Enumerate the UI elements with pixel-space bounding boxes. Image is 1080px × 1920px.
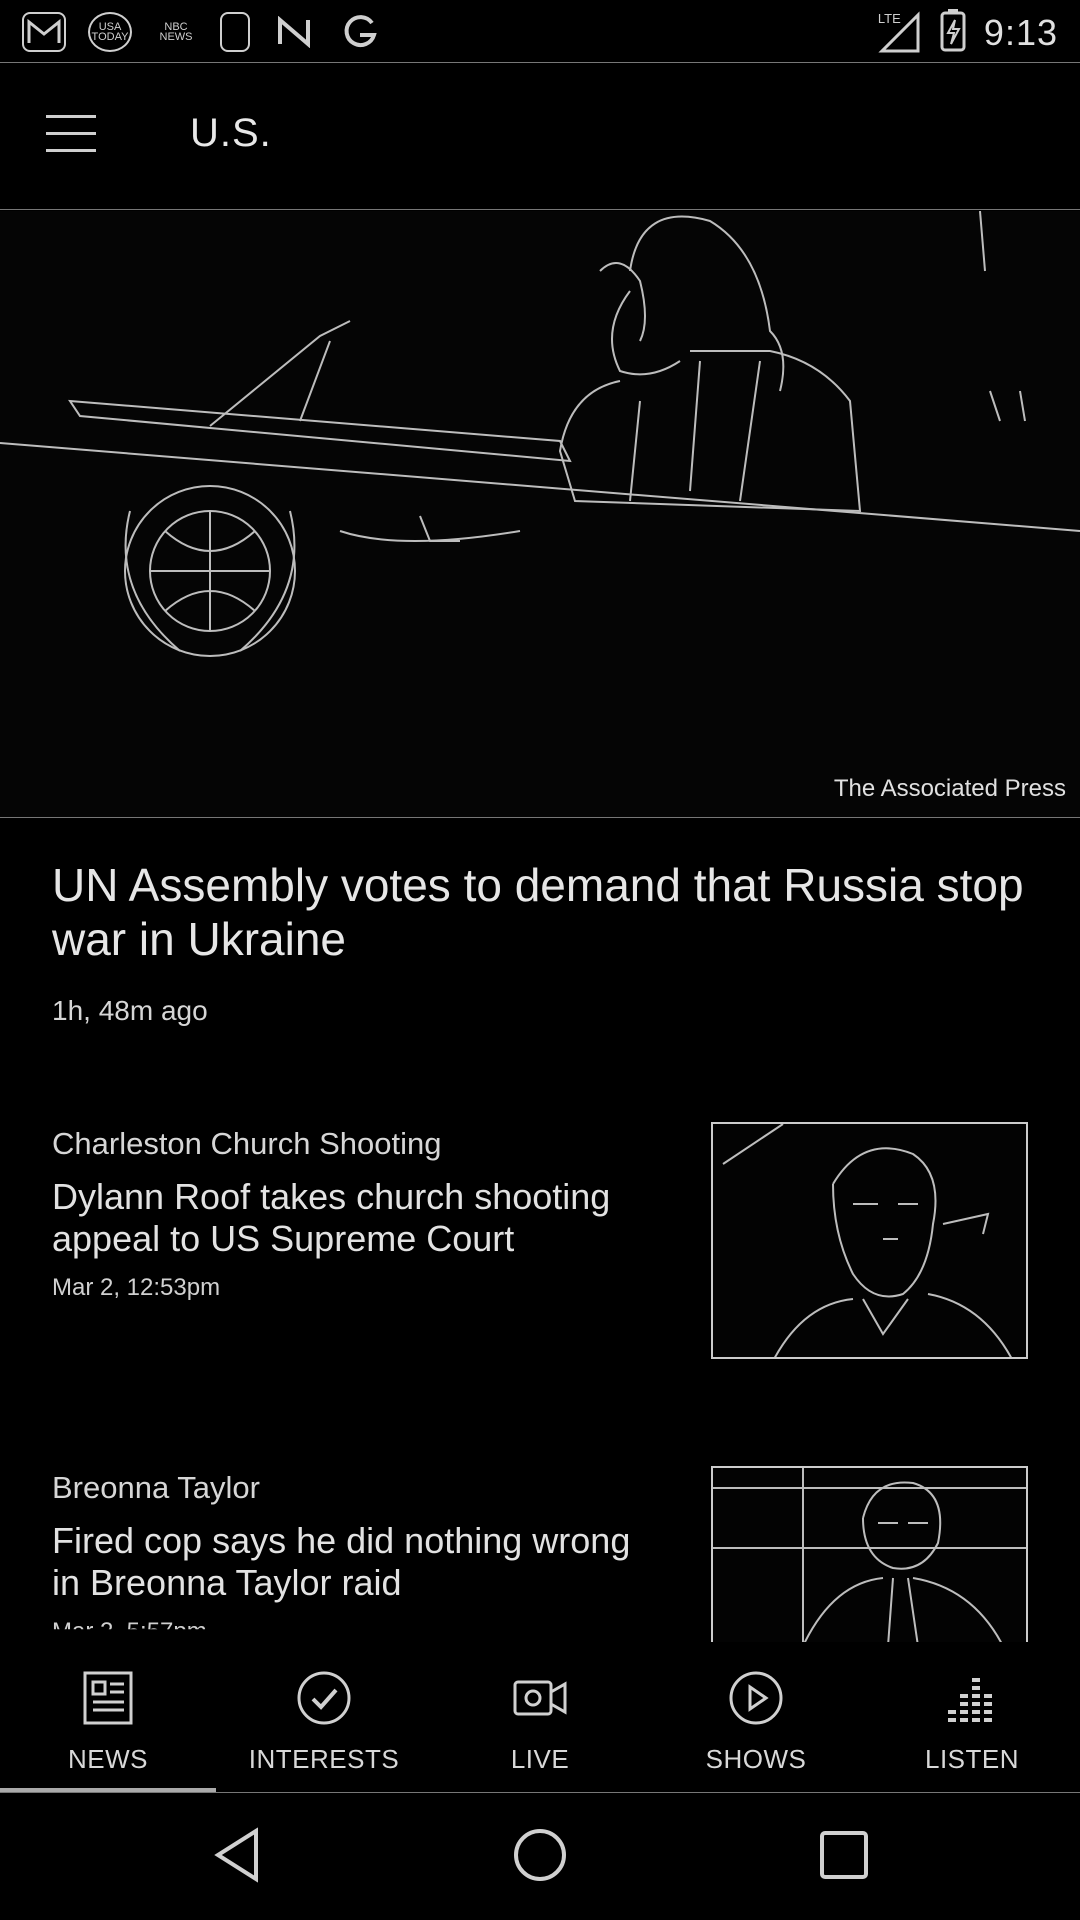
status-bar: USA TODAY NBC NEWS LTE 9:13 [0, 0, 1080, 63]
nav-label: SHOWS [705, 1744, 807, 1774]
nbc-news-icon: NBC NEWS [154, 12, 198, 52]
usa-today-icon: USA TODAY [88, 12, 132, 52]
nav-shows[interactable]: SHOWS [648, 1670, 864, 1775]
lte-signal-icon: LTE [878, 11, 922, 55]
status-right: LTE 9:13 [878, 8, 1058, 57]
story-headline[interactable]: Fired cop says he did nothing wrong in B… [52, 1520, 662, 1604]
nav-news[interactable]: NEWS [0, 1670, 216, 1775]
video-camera-icon [512, 1670, 568, 1726]
story-headline[interactable]: Dylann Roof takes church shooting appeal… [52, 1176, 662, 1260]
clock: 9:13 [983, 11, 1058, 53]
story-thumbnail[interactable] [711, 1466, 1028, 1644]
usa-today-label: USA TODAY [91, 21, 129, 43]
nav-label: NEWS [68, 1744, 148, 1774]
photo-credit: The Associated Press [833, 775, 1066, 802]
sd-card-icon [220, 12, 250, 52]
story-photo [722, 1124, 1012, 1357]
recents-icon[interactable] [812, 1823, 876, 1887]
lead-headline[interactable]: UN Assembly votes to demand that Russia … [52, 858, 1042, 966]
gmail-icon [22, 12, 66, 52]
notification-icons: USA TODAY NBC NEWS [22, 12, 382, 52]
bottom-navigation: NEWS INTERESTS LIVE SHOWS LISTEN [0, 1642, 1080, 1793]
story-photo [713, 1468, 1026, 1642]
hero-photo [0, 211, 1080, 657]
hero-image[interactable]: The Associated Press [0, 211, 1080, 818]
battery-charging-icon [940, 8, 966, 57]
n-icon [272, 12, 316, 52]
system-navigation-bar [0, 1793, 1080, 1920]
audio-bars-icon [944, 1670, 1000, 1726]
page-title: U.S. [190, 111, 272, 155]
nav-label: LIVE [510, 1744, 570, 1774]
home-icon[interactable] [508, 1823, 572, 1887]
story-thumbnail[interactable] [711, 1122, 1028, 1359]
active-tab-indicator [0, 1788, 216, 1792]
hamburger-icon[interactable] [46, 115, 100, 155]
network-label: LTE [877, 10, 901, 26]
app-bar: U.S. [0, 63, 1080, 210]
nav-interests[interactable]: INTERESTS [216, 1670, 432, 1775]
nav-listen[interactable]: LISTEN [864, 1670, 1080, 1775]
nav-label: LISTEN [924, 1744, 1020, 1774]
news-icon [80, 1670, 136, 1726]
lead-timestamp: 1h, 48m ago [52, 995, 208, 1026]
nav-label: INTERESTS [248, 1744, 400, 1774]
nbc-news-label: NBC NEWS [159, 21, 193, 43]
back-icon[interactable] [206, 1823, 270, 1887]
nav-live[interactable]: LIVE [432, 1670, 648, 1775]
check-circle-icon [296, 1670, 352, 1726]
play-circle-icon [728, 1670, 784, 1726]
google-icon [338, 12, 382, 52]
